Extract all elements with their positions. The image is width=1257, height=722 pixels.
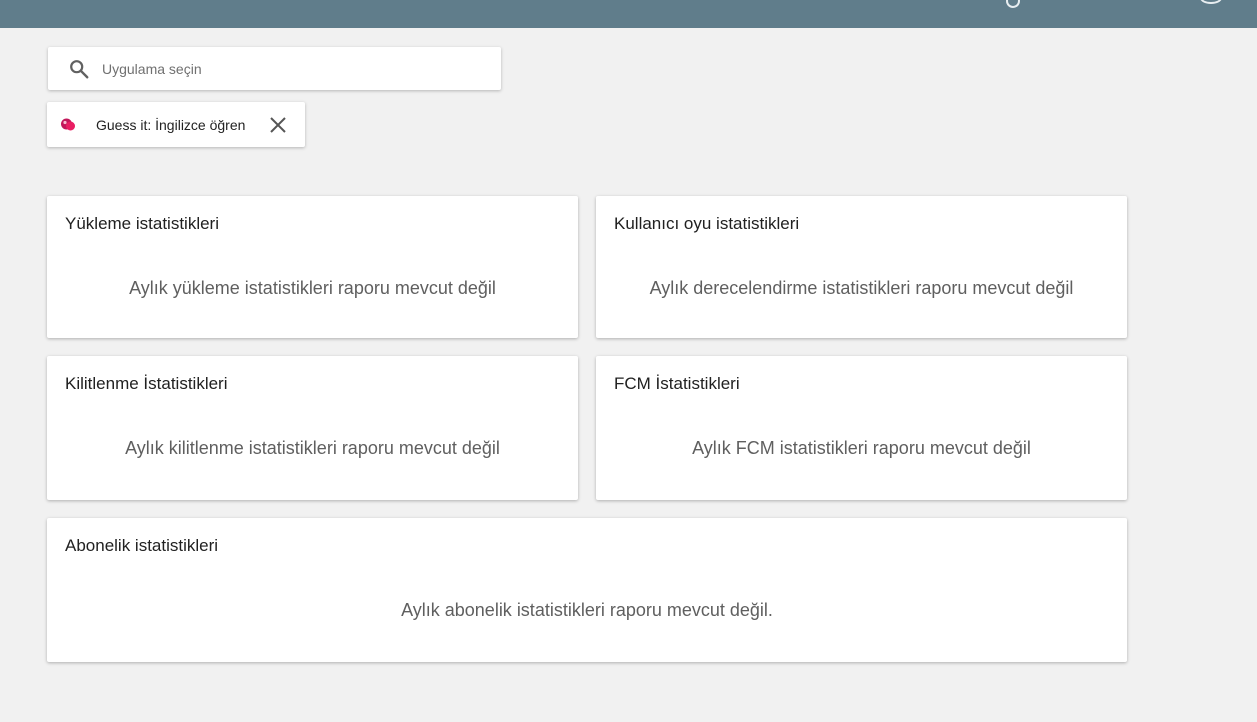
search-icon[interactable]: [1006, 0, 1020, 8]
top-app-bar: [0, 0, 1257, 28]
card-title: Yükleme istatistikleri: [65, 214, 219, 233]
subscription-stats-card: Abonelik istatistikleri Aylık abonelik i…: [47, 518, 1127, 662]
app-search-input[interactable]: [102, 60, 482, 77]
app-icon: [60, 117, 76, 133]
account-icon[interactable]: [1200, 0, 1222, 4]
card-title: Abonelik istatistikleri: [65, 536, 219, 555]
card-title: FCM İstatistikleri: [614, 374, 740, 393]
selected-app-name: Guess it: İngilizce öğren: [96, 116, 246, 133]
fcm-stats-card: FCM İstatistikleri Aylık FCM istatistikl…: [596, 356, 1127, 500]
app-search-box[interactable]: [48, 47, 501, 90]
card-empty-message: Aylık abonelik istatistikleri raporu mev…: [401, 600, 773, 620]
card-title: Kilitlenme İstatistikleri: [65, 374, 228, 393]
card-empty-message: Aylık derecelendirme istatistikleri rapo…: [649, 278, 1074, 298]
search-icon: [66, 56, 92, 82]
crash-stats-card: Kilitlenme İstatistikleri Aylık kilitlen…: [47, 356, 578, 500]
selected-app-chip: Guess it: İngilizce öğren: [47, 102, 305, 147]
ratings-stats-card: Kullanıcı oyu istatistikleri Aylık derec…: [596, 196, 1127, 338]
downloads-stats-card: Yükleme istatistikleri Aylık yükleme ist…: [47, 196, 578, 338]
close-icon[interactable]: [267, 114, 289, 136]
card-title: Kullanıcı oyu istatistikleri: [614, 214, 800, 233]
card-empty-message: Aylık yükleme istatistikleri raporu mevc…: [129, 278, 496, 298]
card-empty-message: Aylık kilitlenme istatistikleri raporu m…: [125, 438, 500, 458]
card-empty-message: Aylık FCM istatistikleri raporu mevcut d…: [692, 438, 1031, 458]
